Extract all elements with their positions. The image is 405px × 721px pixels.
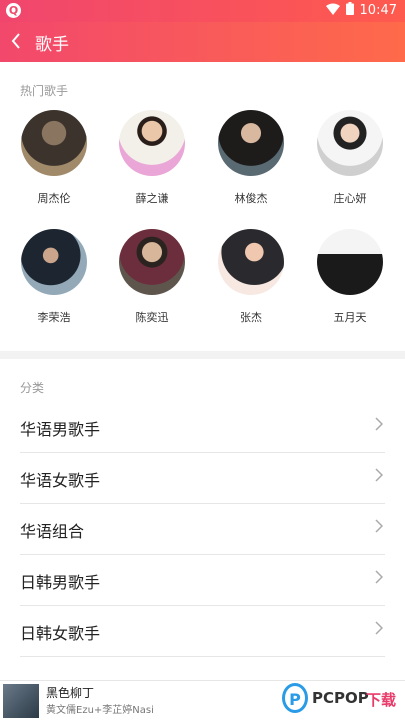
- hot-singers-label: 热门歌手: [20, 84, 69, 98]
- top-bar: 歌手: [0, 22, 405, 62]
- back-icon[interactable]: [10, 30, 30, 54]
- singer-avatar: [21, 229, 87, 295]
- singer-avatar: [317, 229, 383, 295]
- status-bar: Q 10:47: [0, 0, 405, 22]
- singer-name: 李荣浩: [37, 311, 71, 324]
- wifi-icon: [325, 3, 340, 19]
- now-playing-artist: 黄文儒Ezu+李芷婷Nasi: [46, 705, 154, 716]
- singer-name: 陈奕迅: [135, 311, 169, 324]
- chevron-right-icon: [375, 620, 384, 639]
- singer-card[interactable]: 张杰: [216, 229, 286, 325]
- category-item[interactable]: 华语组合: [20, 504, 385, 555]
- category-item-label: 华语组合: [20, 522, 85, 541]
- singer-card[interactable]: 庄心妍: [315, 110, 385, 206]
- singer-avatar: [21, 110, 87, 176]
- singer-avatar: [317, 110, 383, 176]
- singer-name: 林俊杰: [234, 192, 268, 205]
- battery-icon: [345, 2, 354, 19]
- category-item-label: 华语男歌手: [20, 420, 101, 439]
- category-item[interactable]: 华语女歌手: [20, 453, 385, 504]
- singer-name: 张杰: [240, 311, 262, 324]
- singer-name: 五月天: [333, 311, 367, 324]
- singer-card[interactable]: 陈奕迅: [117, 229, 187, 325]
- singer-avatar: [119, 229, 185, 295]
- page-title: 歌手: [35, 35, 69, 55]
- category-item[interactable]: 华语男歌手: [20, 402, 385, 453]
- chevron-right-icon: [375, 416, 384, 435]
- watermark-p-icon: P: [282, 683, 308, 713]
- category-item-label: 华语女歌手: [20, 471, 101, 490]
- singer-name: 周杰伦: [37, 192, 71, 205]
- clock: 10:47: [359, 3, 397, 18]
- chevron-right-icon: [375, 467, 384, 486]
- singer-name: 庄心妍: [333, 192, 367, 205]
- singer-avatar: [119, 110, 185, 176]
- now-playing-title: 黑色柳丁: [46, 686, 95, 700]
- singer-card[interactable]: 周杰伦: [19, 110, 89, 206]
- category-item-label: 日韩男歌手: [20, 573, 101, 592]
- album-cover[interactable]: [3, 684, 39, 718]
- singer-card[interactable]: 五月天: [315, 229, 385, 325]
- category-item-label: 日韩女歌手: [20, 624, 101, 643]
- app-notification-icon: Q: [6, 3, 21, 18]
- watermark-suffix: 下载: [366, 691, 397, 709]
- category-item[interactable]: 日韩女歌手: [20, 606, 385, 657]
- category-item[interactable]: 日韩男歌手: [20, 555, 385, 606]
- singer-card[interactable]: 薛之谦: [117, 110, 187, 206]
- singer-card[interactable]: 林俊杰: [216, 110, 286, 206]
- section-divider: [0, 351, 405, 359]
- category-label: 分类: [20, 381, 45, 395]
- singer-card[interactable]: 李荣浩: [19, 229, 89, 325]
- watermark-logo: P PCPOP 下载: [282, 683, 404, 717]
- watermark-text: PCPOP: [312, 689, 369, 707]
- singer-avatar: [218, 110, 284, 176]
- singer-name: 薛之谦: [135, 192, 169, 205]
- chevron-right-icon: [375, 569, 384, 588]
- singer-avatar: [218, 229, 284, 295]
- chevron-right-icon: [375, 518, 384, 537]
